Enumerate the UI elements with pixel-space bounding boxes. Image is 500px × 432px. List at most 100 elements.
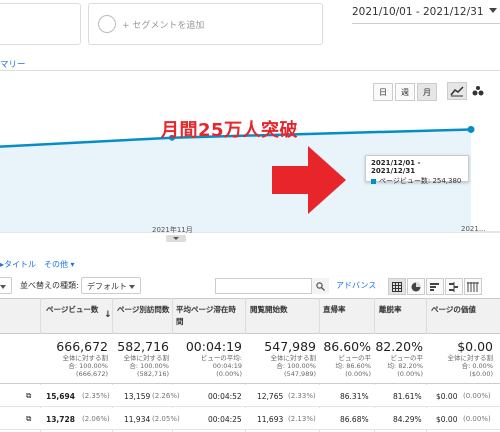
view-comparison-button[interactable] xyxy=(445,278,463,295)
row-page-value: $0.00 xyxy=(436,392,458,401)
x-tick-label: 2021... xyxy=(461,225,486,233)
total-sub: 均: 82.20% xyxy=(387,362,423,370)
total-sub: 均: 86.60% xyxy=(335,362,371,370)
analytics-page: + セグメントを追加 2021/10/01 - 2021/12/31 マリー 日… xyxy=(0,0,500,432)
line-chart-button[interactable] xyxy=(447,82,467,100)
tooltip-value: ページビュー数: 254,380 xyxy=(379,177,462,185)
total-value: 666,672 xyxy=(56,339,108,354)
period-month-button[interactable]: 月 xyxy=(417,83,437,101)
row-visits: 13,159 xyxy=(124,392,151,401)
table-row[interactable] xyxy=(0,408,500,430)
date-range-chevron-down-icon[interactable] xyxy=(489,8,497,13)
grid-icon xyxy=(392,281,402,292)
total-exit-rate: 82.20% ビューの平 均: 82.20% (0.00%) xyxy=(375,339,423,378)
total-sub: (666,672) xyxy=(76,370,108,378)
total-sub: 合: 100.00% xyxy=(276,362,316,370)
row-exit-rate: 81.61% xyxy=(393,392,422,401)
view-performance-button[interactable] xyxy=(426,278,444,295)
row-page-value: $0.00 xyxy=(436,415,458,424)
row-pageviews: 13,728 xyxy=(46,415,75,424)
column-header-exit-rate[interactable]: 離脱率 xyxy=(379,304,425,316)
column-header-page-value[interactable]: ページの価値 xyxy=(431,304,497,316)
search-icon xyxy=(316,281,325,291)
tabs-divider xyxy=(0,70,500,71)
chevron-down-icon xyxy=(0,285,6,289)
bubble-chart-icon xyxy=(472,86,484,96)
row-pageviews-pct: (2.06%) xyxy=(82,415,110,423)
total-value: $0.00 xyxy=(457,339,493,354)
row-visits: 11,934 xyxy=(124,415,151,424)
row-bounce-rate: 86.68% xyxy=(340,415,369,424)
total-sub: (547,989) xyxy=(284,370,316,378)
secondary-dimension-select[interactable] xyxy=(0,277,12,294)
line-chart-icon xyxy=(450,86,464,97)
total-visits: 582,716 全体に対する割 合: 100.00% (582,716) xyxy=(112,339,169,378)
view-pie-button[interactable] xyxy=(407,278,425,295)
open-link-icon[interactable]: ⧉ xyxy=(26,414,31,424)
column-header-entrances[interactable]: 閲覧開始数 xyxy=(250,304,316,316)
total-avg-time: 00:04:19 ビューの平均: 00:04:19 (0.00%) xyxy=(173,339,242,378)
row-pageviews: 15,694 xyxy=(46,392,75,401)
tooltip-series-swatch xyxy=(371,178,376,184)
sort-arrow-icon[interactable]: ↓ xyxy=(104,309,112,321)
row-page-value-pct: (0.00%) xyxy=(463,415,491,423)
table-search-button[interactable] xyxy=(311,278,329,294)
row-entrances: 12,765 xyxy=(257,392,284,401)
period-week-button[interactable]: 週 xyxy=(395,83,415,101)
total-sub: 合: 0.00% xyxy=(461,362,493,370)
total-value: 00:04:19 xyxy=(185,339,242,354)
total-pageviews: 666,672 全体に対する割 合: 100.00% (666,672) xyxy=(42,339,108,378)
title-dimension-link[interactable]: ▸タイトル xyxy=(0,259,36,270)
segment-box-current[interactable] xyxy=(0,3,81,45)
total-entrances: 547,989 全体に対する割 合: 100.00% (547,989) xyxy=(246,339,316,378)
period-day-button[interactable]: 日 xyxy=(373,83,393,101)
view-table-button[interactable] xyxy=(388,278,406,295)
total-sub: 00:04:19 xyxy=(212,362,242,370)
column-header-avg-time[interactable]: 平均ページ滞在時間 xyxy=(176,304,242,328)
row-exit-rate: 84.29% xyxy=(393,415,422,424)
column-header-bounce-rate[interactable]: 直帰率 xyxy=(323,304,373,316)
row-page-value-pct: (0.00%) xyxy=(463,392,491,400)
tooltip-date: 2021/12/01 - 2021/12/31 xyxy=(371,159,421,175)
chart-point-dec[interactable] xyxy=(467,125,475,133)
sort-type-label: 並べ替えの種類: xyxy=(20,281,79,290)
total-sub: 全体に対する割 xyxy=(447,354,494,362)
column-header-visits[interactable]: ページ別訪問数 xyxy=(117,304,173,316)
total-value: 547,989 xyxy=(264,339,316,354)
view-pivot-button[interactable] xyxy=(464,278,482,295)
other-dimension-label: その他 xyxy=(44,260,68,269)
chart-tooltip: 2021/12/01 - 2021/12/31 ページビュー数: 254,380 xyxy=(365,155,469,185)
sort-type-select[interactable]: デフォルト xyxy=(81,277,141,294)
advanced-filter-link[interactable]: アドバンス xyxy=(336,280,376,291)
total-value: 86.60% xyxy=(323,339,371,354)
total-sub: (0.00%) xyxy=(345,370,371,378)
column-header-pageviews[interactable]: ページビュー数 ↓ xyxy=(46,304,112,320)
row-visits-pct: (2.26%) xyxy=(152,392,180,400)
row-visits-pct: (2.05%) xyxy=(152,415,180,423)
row-entrances: 11,693 xyxy=(257,415,284,424)
total-sub: 全体に対する割 xyxy=(270,354,317,362)
total-sub: ($0.00) xyxy=(469,370,493,378)
motion-chart-button[interactable] xyxy=(468,82,488,100)
total-sub: 全体に対する割 xyxy=(123,354,170,362)
other-dimension-link[interactable]: その他 ▾ xyxy=(44,259,75,270)
row-bounce-rate: 86.31% xyxy=(340,392,369,401)
tab-summary[interactable]: マリー xyxy=(0,58,26,70)
chart-collapse-toggle[interactable] xyxy=(166,235,186,242)
pie-chart-icon xyxy=(411,282,421,291)
table-row[interactable] xyxy=(0,385,500,407)
total-sub: (0.00%) xyxy=(216,370,242,378)
row-avg-time: 00:04:25 xyxy=(208,415,242,424)
total-sub: 合: 100.00% xyxy=(129,362,169,370)
add-segment-button[interactable]: + セグメントを追加 xyxy=(88,3,323,45)
red-arrow-icon xyxy=(272,146,346,214)
title-dimension-label: タイトル xyxy=(4,260,37,269)
total-sub: 合: 100.00% xyxy=(68,362,108,370)
total-page-value: $0.00 全体に対する割 合: 0.00% ($0.00) xyxy=(427,339,494,378)
total-sub: 全体に対する割 xyxy=(62,354,109,362)
total-value: 82.20% xyxy=(375,339,423,354)
date-range-label[interactable]: 2021/10/01 - 2021/12/31 xyxy=(352,6,484,18)
open-link-icon[interactable]: ⧉ xyxy=(26,391,31,401)
date-range-underline xyxy=(352,23,500,24)
row-entrances-pct: (2.33%) xyxy=(288,392,316,400)
